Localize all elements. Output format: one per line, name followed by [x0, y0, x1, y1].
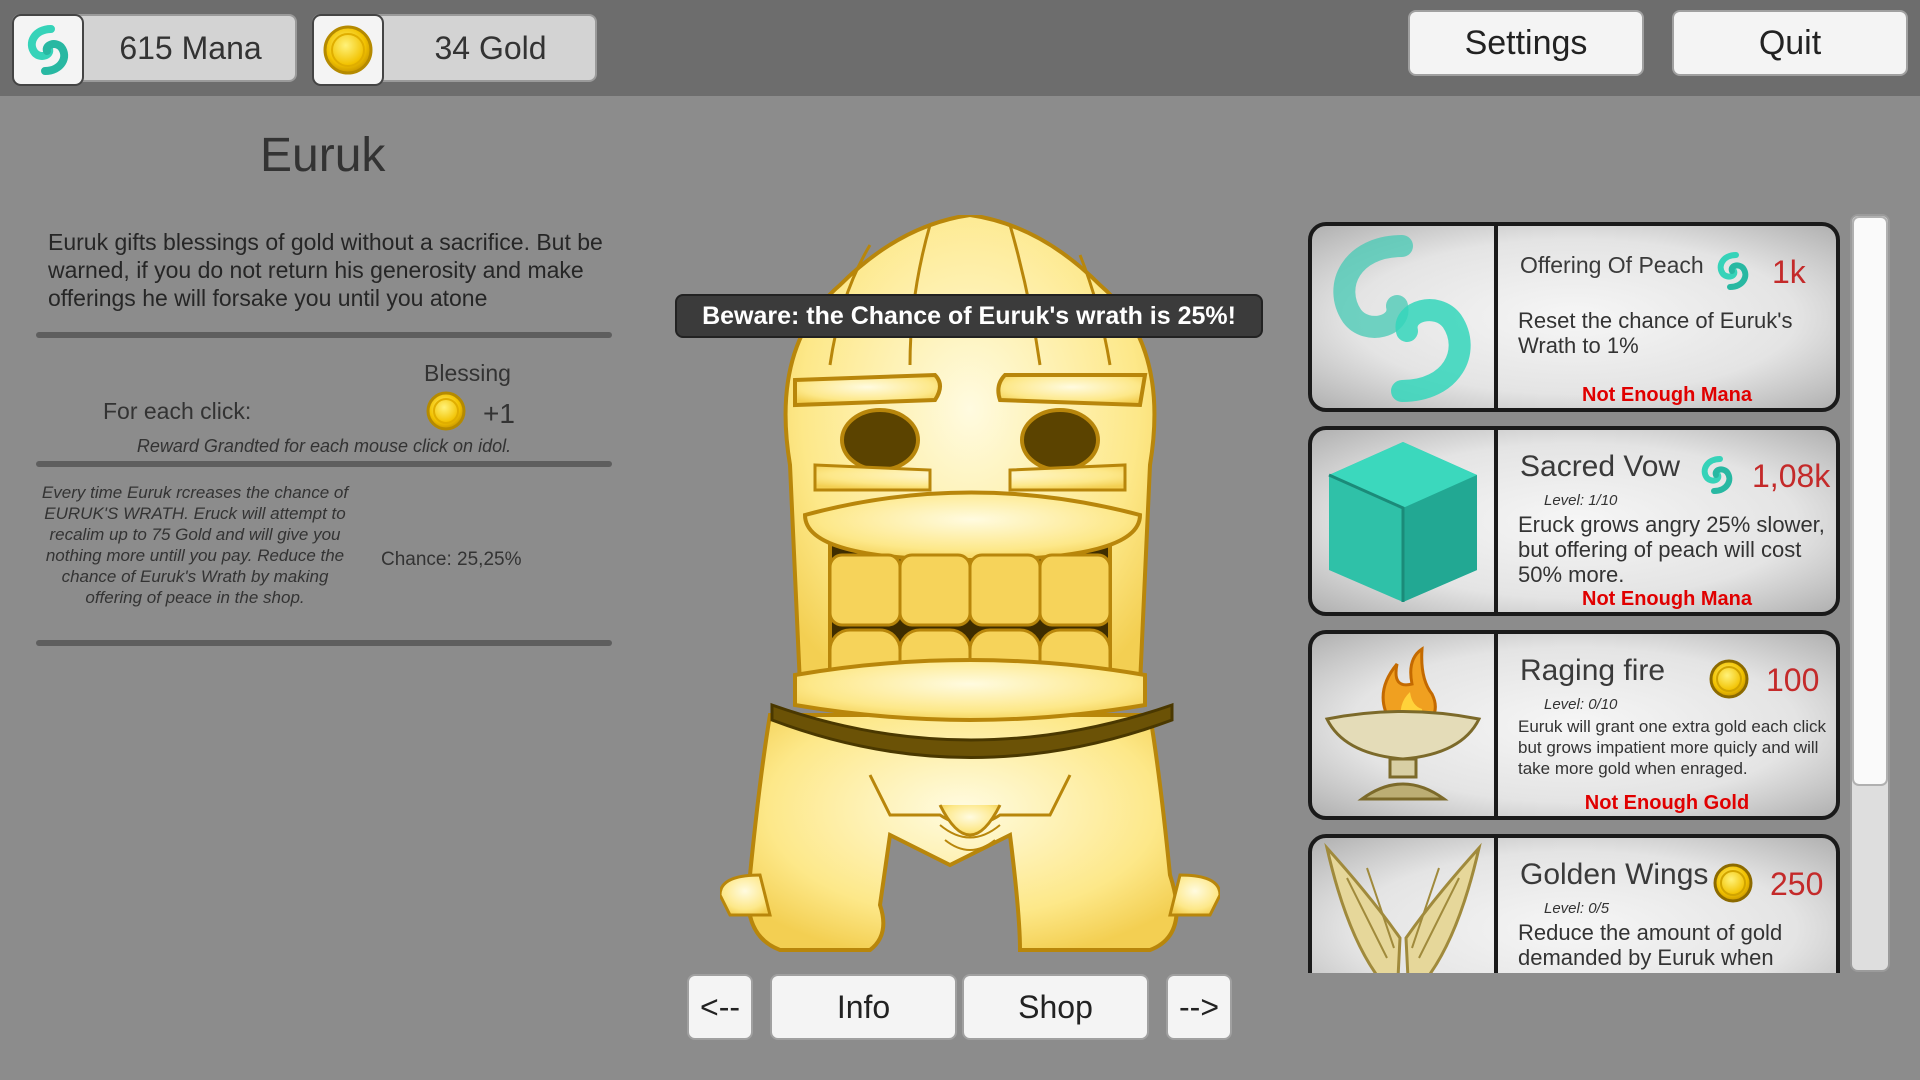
mana-icon	[1701, 456, 1733, 494]
wrath-description: Every time Euruk rcreases the chance of …	[41, 483, 349, 607]
shop-item-status: Not Enough Mana	[1582, 384, 1752, 406]
mana-amount: 615 Mana	[119, 29, 262, 66]
shop-button[interactable]: Shop	[962, 974, 1149, 1040]
shop-item-price: 1,08k	[1752, 458, 1831, 494]
shop-item-description: Euruk will grant one extra gold each cli…	[1518, 717, 1827, 778]
god-description: Euruk gifts blessings of gold without a …	[48, 229, 603, 311]
shop-item-offering-of-peach[interactable]: Offering Of Peach 1k Reset the chance of…	[1308, 222, 1840, 412]
shop-item-name: Raging fire	[1520, 654, 1666, 687]
shop-item-golden-wings[interactable]: Golden Wings Level: 0/5 250 Reduce the a…	[1308, 834, 1840, 973]
wrath-warning-tooltip: Beware: the Chance of Euruk's wrath is 2…	[675, 294, 1263, 338]
mana-swirl-icon	[1333, 235, 1471, 402]
mana-icon-box	[12, 14, 84, 86]
shop-panel[interactable]: Offering Of Peach 1k Reset the chance of…	[1306, 220, 1846, 973]
gold-coin-icon	[1709, 659, 1749, 699]
next-god-button[interactable]: -->	[1166, 974, 1232, 1040]
mana-icon	[27, 25, 69, 75]
golden-wings-icon	[1324, 842, 1482, 973]
prev-god-button[interactable]: <--	[687, 974, 753, 1040]
shop-item-raging-fire[interactable]: Raging fire Level: 0/10 100 Euruk will g…	[1308, 630, 1840, 820]
shop-item-status: Not Enough Gold	[1584, 792, 1750, 814]
divider	[36, 640, 612, 646]
shop-item-name: Sacred Vow	[1520, 450, 1681, 483]
mana-counter: 615 Mana	[12, 14, 297, 86]
shop-item-name: Golden Wings	[1520, 858, 1709, 891]
reward-note: Reward Grandted for each mouse click on …	[136, 436, 512, 456]
settings-button[interactable]: Settings	[1408, 10, 1644, 76]
quit-button[interactable]: Quit	[1672, 10, 1908, 76]
gold-counter: 34 Gold	[312, 14, 597, 86]
shop-item-price: 1k	[1772, 254, 1806, 290]
shop-item-image	[1312, 226, 1498, 408]
info-button[interactable]: Info	[770, 974, 957, 1040]
divider	[36, 332, 612, 338]
shop-item-sacred-vow[interactable]: Sacred Vow Level: 1/10 1,08k Eruck grows…	[1308, 426, 1840, 616]
gold-coin-icon	[426, 391, 466, 431]
click-label: For each click:	[103, 398, 252, 424]
god-name: Euruk	[260, 129, 386, 182]
shop-item-description: Eruck grows angry 25% slower, but offeri…	[1518, 512, 1825, 587]
shop-item-price: 100	[1766, 662, 1820, 698]
shop-item-name: Offering Of Peach	[1520, 252, 1704, 278]
shop-item-level: Level: 0/10	[1544, 696, 1618, 713]
mana-icon	[1717, 252, 1749, 290]
shop-item-level: Level: 1/10	[1544, 492, 1618, 509]
gold-coin-icon	[1713, 863, 1753, 903]
blessing-header: Blessing	[424, 360, 511, 386]
fire-brazier-icon	[1324, 646, 1482, 801]
shop-item-description: Reduce the amount of gold demanded by Eu…	[1518, 920, 1783, 970]
wrath-chance: Chance: 25,25%	[381, 549, 522, 570]
cube-icon	[1328, 442, 1477, 602]
shop-item-description: Reset the chance of Euruk's Wrath to 1%	[1518, 308, 1793, 358]
click-reward-value: +1	[483, 398, 515, 429]
shop-scrollbar-thumb[interactable]	[1852, 216, 1888, 786]
shop-item-level: Level: 0/5	[1544, 900, 1610, 917]
shop-item-status: Not Enough Mana	[1582, 588, 1752, 610]
shop-item-price: 250	[1770, 866, 1824, 902]
shop-item-image	[1312, 838, 1498, 973]
gold-icon-box	[312, 14, 384, 86]
gold-amount: 34 Gold	[434, 29, 547, 66]
shop-item-image	[1312, 430, 1498, 612]
gold-coin-icon	[323, 25, 373, 75]
shop-item-image	[1312, 634, 1498, 816]
divider	[36, 461, 612, 467]
